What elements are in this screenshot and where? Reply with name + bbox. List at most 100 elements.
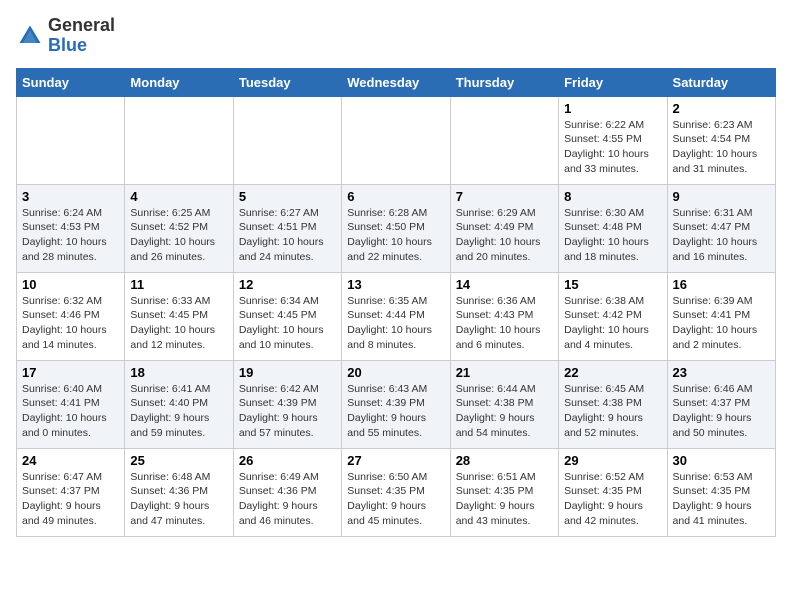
calendar-cell: 19Sunrise: 6:42 AM Sunset: 4:39 PM Dayli… (233, 360, 341, 448)
day-detail: Sunrise: 6:29 AM Sunset: 4:49 PM Dayligh… (456, 206, 553, 265)
day-detail: Sunrise: 6:39 AM Sunset: 4:41 PM Dayligh… (673, 294, 770, 353)
calendar-cell: 29Sunrise: 6:52 AM Sunset: 4:35 PM Dayli… (559, 448, 667, 536)
calendar-table: SundayMondayTuesdayWednesdayThursdayFrid… (16, 68, 776, 537)
logo-icon (16, 22, 44, 50)
calendar-cell: 2 Sunrise: 6:23 AM Sunset: 4:54 PM Daylig… (667, 96, 775, 184)
day-detail: Sunrise: 6:51 AM Sunset: 4:35 PM Dayligh… (456, 470, 553, 529)
day-number: 18 (130, 365, 227, 380)
day-number: 4 (130, 189, 227, 204)
day-detail: Sunrise: 6:36 AM Sunset: 4:43 PM Dayligh… (456, 294, 553, 353)
day-number: 14 (456, 277, 553, 292)
day-detail: Sunrise: 6:34 AM Sunset: 4:45 PM Dayligh… (239, 294, 336, 353)
day-number: 10 (22, 277, 119, 292)
calendar-cell (342, 96, 450, 184)
day-number: 30 (673, 453, 770, 468)
calendar-cell: 6 Sunrise: 6:28 AM Sunset: 4:50 PM Daylig… (342, 184, 450, 272)
day-detail: Sunrise: 6:33 AM Sunset: 4:45 PM Dayligh… (130, 294, 227, 353)
day-detail: Sunrise: 6:48 AM Sunset: 4:36 PM Dayligh… (130, 470, 227, 529)
calendar-cell: 21 Sunrise: 6:44 AM Sunset: 4:38 PM Dayli… (450, 360, 558, 448)
calendar-cell: 24 Sunrise: 6:47 AM Sunset: 4:37 PM Dayli… (17, 448, 125, 536)
day-number: 29 (564, 453, 661, 468)
day-detail: Sunrise: 6:30 AM Sunset: 4:48 PM Dayligh… (564, 206, 661, 265)
weekday-header-thursday: Thursday (450, 68, 558, 96)
day-detail: Sunrise: 6:53 AM Sunset: 4:35 PM Dayligh… (673, 470, 770, 529)
day-detail: Sunrise: 6:22 AM Sunset: 4:55 PM Dayligh… (564, 118, 661, 177)
day-number: 16 (673, 277, 770, 292)
calendar-cell: 1 Sunrise: 6:22 AM Sunset: 4:55 PM Daylig… (559, 96, 667, 184)
day-number: 9 (673, 189, 770, 204)
calendar-cell (233, 96, 341, 184)
calendar-week-4: 17Sunrise: 6:40 AM Sunset: 4:41 PM Dayli… (17, 360, 776, 448)
weekday-header-monday: Monday (125, 68, 233, 96)
page-header: General Blue (16, 16, 776, 56)
day-number: 6 (347, 189, 444, 204)
day-detail: Sunrise: 6:49 AM Sunset: 4:36 PM Dayligh… (239, 470, 336, 529)
day-number: 1 (564, 101, 661, 116)
day-number: 24 (22, 453, 119, 468)
calendar-week-3: 10 Sunrise: 6:32 AM Sunset: 4:46 PM Dayli… (17, 272, 776, 360)
weekday-header-row: SundayMondayTuesdayWednesdayThursdayFrid… (17, 68, 776, 96)
day-number: 13 (347, 277, 444, 292)
day-detail: Sunrise: 6:46 AM Sunset: 4:37 PM Dayligh… (673, 382, 770, 441)
calendar-cell: 26Sunrise: 6:49 AM Sunset: 4:36 PM Dayli… (233, 448, 341, 536)
calendar-cell: 27Sunrise: 6:50 AM Sunset: 4:35 PM Dayli… (342, 448, 450, 536)
day-number: 3 (22, 189, 119, 204)
calendar-cell: 16 Sunrise: 6:39 AM Sunset: 4:41 PM Dayli… (667, 272, 775, 360)
calendar-cell: 20 Sunrise: 6:43 AM Sunset: 4:39 PM Dayli… (342, 360, 450, 448)
day-number: 27 (347, 453, 444, 468)
day-detail: Sunrise: 6:43 AM Sunset: 4:39 PM Dayligh… (347, 382, 444, 441)
day-detail: Sunrise: 6:23 AM Sunset: 4:54 PM Dayligh… (673, 118, 770, 177)
day-detail: Sunrise: 6:24 AM Sunset: 4:53 PM Dayligh… (22, 206, 119, 265)
calendar-cell: 23 Sunrise: 6:46 AM Sunset: 4:37 PM Dayli… (667, 360, 775, 448)
weekday-header-friday: Friday (559, 68, 667, 96)
calendar-cell: 13 Sunrise: 6:35 AM Sunset: 4:44 PM Dayli… (342, 272, 450, 360)
day-number: 21 (456, 365, 553, 380)
day-detail: Sunrise: 6:44 AM Sunset: 4:38 PM Dayligh… (456, 382, 553, 441)
day-number: 8 (564, 189, 661, 204)
day-detail: Sunrise: 6:32 AM Sunset: 4:46 PM Dayligh… (22, 294, 119, 353)
day-detail: Sunrise: 6:41 AM Sunset: 4:40 PM Dayligh… (130, 382, 227, 441)
day-detail: Sunrise: 6:28 AM Sunset: 4:50 PM Dayligh… (347, 206, 444, 265)
day-detail: Sunrise: 6:47 AM Sunset: 4:37 PM Dayligh… (22, 470, 119, 529)
day-number: 5 (239, 189, 336, 204)
day-detail: Sunrise: 6:25 AM Sunset: 4:52 PM Dayligh… (130, 206, 227, 265)
day-number: 2 (673, 101, 770, 116)
day-detail: Sunrise: 6:31 AM Sunset: 4:47 PM Dayligh… (673, 206, 770, 265)
calendar-cell (17, 96, 125, 184)
weekday-header-sunday: Sunday (17, 68, 125, 96)
day-number: 11 (130, 277, 227, 292)
calendar-cell: 25 Sunrise: 6:48 AM Sunset: 4:36 PM Dayli… (125, 448, 233, 536)
calendar-cell: 8 Sunrise: 6:30 AM Sunset: 4:48 PM Daylig… (559, 184, 667, 272)
calendar-cell: 7Sunrise: 6:29 AM Sunset: 4:49 PM Daylig… (450, 184, 558, 272)
weekday-header-wednesday: Wednesday (342, 68, 450, 96)
calendar-cell (450, 96, 558, 184)
day-number: 23 (673, 365, 770, 380)
day-number: 12 (239, 277, 336, 292)
day-number: 20 (347, 365, 444, 380)
day-number: 25 (130, 453, 227, 468)
day-detail: Sunrise: 6:27 AM Sunset: 4:51 PM Dayligh… (239, 206, 336, 265)
day-detail: Sunrise: 6:38 AM Sunset: 4:42 PM Dayligh… (564, 294, 661, 353)
calendar-week-1: 1 Sunrise: 6:22 AM Sunset: 4:55 PM Daylig… (17, 96, 776, 184)
weekday-header-saturday: Saturday (667, 68, 775, 96)
day-number: 15 (564, 277, 661, 292)
day-detail: Sunrise: 6:45 AM Sunset: 4:38 PM Dayligh… (564, 382, 661, 441)
logo-blue: Blue (48, 35, 87, 55)
calendar-week-5: 24 Sunrise: 6:47 AM Sunset: 4:37 PM Dayli… (17, 448, 776, 536)
calendar-cell: 14 Sunrise: 6:36 AM Sunset: 4:43 PM Dayli… (450, 272, 558, 360)
day-detail: Sunrise: 6:35 AM Sunset: 4:44 PM Dayligh… (347, 294, 444, 353)
day-detail: Sunrise: 6:42 AM Sunset: 4:39 PM Dayligh… (239, 382, 336, 441)
calendar-cell: 22 Sunrise: 6:45 AM Sunset: 4:38 PM Dayli… (559, 360, 667, 448)
day-number: 22 (564, 365, 661, 380)
calendar-cell (125, 96, 233, 184)
calendar-cell: 3 Sunrise: 6:24 AM Sunset: 4:53 PM Daylig… (17, 184, 125, 272)
calendar-cell: 4 Sunrise: 6:25 AM Sunset: 4:52 PM Daylig… (125, 184, 233, 272)
calendar-cell: 30 Sunrise: 6:53 AM Sunset: 4:35 PM Dayli… (667, 448, 775, 536)
calendar-cell: 11 Sunrise: 6:33 AM Sunset: 4:45 PM Dayli… (125, 272, 233, 360)
calendar-cell: 5 Sunrise: 6:27 AM Sunset: 4:51 PM Daylig… (233, 184, 341, 272)
day-number: 17 (22, 365, 119, 380)
calendar-cell: 9 Sunrise: 6:31 AM Sunset: 4:47 PM Daylig… (667, 184, 775, 272)
calendar-cell: 17Sunrise: 6:40 AM Sunset: 4:41 PM Dayli… (17, 360, 125, 448)
calendar-week-2: 3 Sunrise: 6:24 AM Sunset: 4:53 PM Daylig… (17, 184, 776, 272)
calendar-cell: 10 Sunrise: 6:32 AM Sunset: 4:46 PM Dayli… (17, 272, 125, 360)
